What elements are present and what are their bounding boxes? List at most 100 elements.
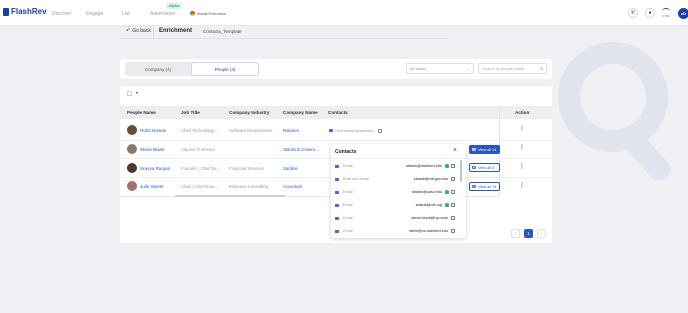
company-name-cell[interactable]: Stanford Univers...: [283, 147, 319, 152]
page-button-current[interactable]: 1: [524, 229, 533, 238]
app-name: FlashRev: [11, 7, 47, 16]
nav-item-discover[interactable]: Discover: [52, 11, 71, 17]
person-name[interactable]: Steve Blank: [140, 147, 165, 152]
contact-value: steve.blank@nyu.edu: [411, 216, 448, 220]
view-all-contacts-button[interactable]: View all 14: [469, 145, 500, 154]
install-extension-label: Install Extension: [197, 11, 227, 16]
contact-value: sblank@ucsc.edu: [411, 190, 442, 194]
status-filter-value: All status: [410, 66, 427, 71]
row-divider: [120, 140, 552, 141]
copy-icon[interactable]: [378, 128, 383, 133]
eye-icon: [472, 166, 476, 169]
row-actions-kebab-icon[interactable]: · · ·: [520, 162, 524, 172]
email-icon: [335, 229, 339, 233]
email-icon: [335, 190, 339, 194]
nav-item-engage[interactable]: Engage: [86, 11, 103, 17]
company-name-cell[interactable]: Sardine: [283, 166, 298, 171]
avatar: [127, 163, 137, 173]
industry-cell: Software Development: [229, 128, 273, 133]
column-header-action: Action: [515, 110, 530, 115]
copy-icon[interactable]: [451, 203, 455, 207]
view-all-contacts-button[interactable]: View all 13: [469, 182, 500, 191]
contact-value: sblank@stanford.edu: [406, 164, 442, 168]
view-all-label: View all 3: [478, 165, 495, 170]
person-name[interactable]: Rohit Dewan: [140, 128, 166, 133]
next-page-button[interactable]: ›: [537, 229, 546, 238]
popover-title: Contacts: [335, 149, 357, 155]
people-search-input[interactable]: Search by people name ⚲: [478, 63, 547, 74]
view-all-contacts-button[interactable]: View all 3: [469, 163, 500, 172]
search-icon: ⚲: [540, 66, 543, 71]
popover-divider: [331, 158, 466, 159]
chrome-icon: [190, 11, 195, 16]
table-row-person[interactable]: Sravya Ranjan: [127, 163, 170, 173]
copy-icon[interactable]: [451, 229, 455, 233]
row-actions-kebab-icon[interactable]: · · ·: [520, 181, 524, 191]
copy-icon[interactable]: [451, 216, 455, 220]
back-arrow-icon: ↶: [126, 28, 131, 34]
job-title-cell: Founder | Chief Ex...: [181, 166, 221, 171]
popover-scrollbar[interactable]: [460, 160, 462, 182]
notifications-button[interactable]: ●: [645, 8, 655, 18]
contact-row: Email sblank@ucsc.edu: [335, 188, 455, 196]
view-all-label: View all 14: [478, 147, 497, 152]
entity-tabs: Company (4) People (4): [125, 62, 259, 76]
chevron-down-icon: ⌄: [466, 66, 470, 71]
nav-item-list[interactable]: List: [122, 11, 130, 17]
email-icon: [335, 216, 339, 220]
table-row-person[interactable]: Rohit Dewan: [127, 125, 166, 135]
company-name-cell[interactable]: Rakuten: [283, 128, 299, 133]
nav-item-automation[interactable]: Automation: [150, 11, 175, 17]
go-back-button[interactable]: ↶ Go back: [126, 28, 151, 34]
horizontal-scrollbar[interactable]: [175, 195, 285, 197]
avatar: [127, 125, 137, 135]
contact-type: Email: [343, 229, 353, 233]
row-actions-kebab-icon[interactable]: · · ·: [520, 124, 524, 134]
industry-cell: Business Consulting ...: [229, 184, 273, 189]
app-logo[interactable]: FlashRev: [3, 7, 47, 16]
table-row-person[interactable]: Steve Blank: [127, 144, 165, 154]
person-name[interactable]: Sravya Ranjan: [140, 166, 170, 171]
copy-icon[interactable]: [451, 177, 455, 181]
install-extension-button[interactable]: Install Extension: [190, 11, 226, 16]
select-menu-chevron-icon[interactable]: ▾: [136, 90, 138, 95]
industry-cell: Financial Services: [229, 166, 264, 171]
person-name[interactable]: Julie Sweet: [140, 184, 164, 189]
verified-icon: [445, 190, 449, 194]
contact-type: Email: [343, 164, 353, 168]
row-actions-kebab-icon[interactable]: · · ·: [520, 143, 524, 153]
user-avatar[interactable]: eD: [678, 8, 688, 19]
view-all-label: View all 13: [478, 184, 497, 189]
alpha-badge: Alpha: [166, 3, 183, 9]
credits-indicator[interactable]: 2.5M: [661, 8, 671, 18]
avatar: [127, 144, 137, 154]
select-all-checkbox[interactable]: [127, 91, 132, 96]
copy-icon[interactable]: [451, 190, 455, 194]
breadcrumb[interactable]: Contacts_Template: [203, 29, 242, 34]
logo-mark-icon: [3, 7, 9, 16]
contact-email: rohit.dewan@rakuten...: [335, 128, 377, 133]
contact-type: Email: [343, 190, 353, 194]
avatar: [127, 181, 137, 191]
prev-page-button[interactable]: ‹: [511, 229, 520, 238]
contact-row: Email steve.blank@nyu.edu: [335, 214, 455, 222]
eye-icon: [472, 148, 476, 151]
column-header-company-name: Company Name: [283, 110, 318, 115]
close-icon[interactable]: ×: [453, 147, 457, 154]
search-placeholder: Search by people name: [482, 66, 525, 71]
contact-row: Business Email sblank@mit.gov.edu: [335, 175, 455, 183]
contact-type: Email: [343, 203, 353, 207]
tab-people[interactable]: People (4): [191, 62, 259, 76]
status-filter-select[interactable]: All status ⌄: [406, 63, 474, 74]
column-header-company-industry: Company Industry: [229, 110, 270, 115]
company-name-cell[interactable]: Accenture: [283, 184, 302, 189]
background-watermark-circle: [558, 42, 668, 152]
copy-icon[interactable]: [451, 164, 455, 168]
background-watermark-handle: [623, 131, 675, 185]
contact-row: Email sblank@mit.org: [335, 201, 455, 209]
tab-company[interactable]: Company (4): [125, 62, 191, 76]
verified-icon: [445, 164, 449, 168]
phone-button[interactable]: ✆: [628, 8, 638, 18]
table-row-person[interactable]: Julie Sweet: [127, 181, 164, 191]
bell-icon: ●: [648, 10, 652, 16]
